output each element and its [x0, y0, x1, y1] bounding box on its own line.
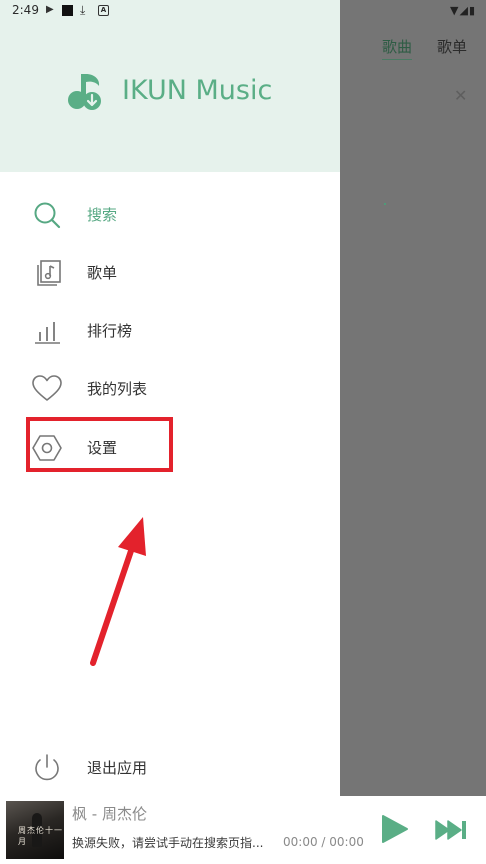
song-time: 00:00 / 00:00	[283, 835, 364, 849]
song-status: 换源失败，请尝试手动在搜索页指...	[72, 836, 264, 850]
song-title: 枫 - 周杰伦	[72, 805, 147, 823]
chart-bars-icon	[35, 322, 60, 344]
sidebar-item-label: 排行榜	[87, 322, 133, 340]
navigation-drawer: IKUN Music 搜索 歌单 排行榜 我的列表 设置 退出应用	[0, 0, 340, 796]
album-cover-text: 周杰伦十一月	[18, 826, 63, 846]
app-title: IKUN Music	[122, 75, 273, 106]
skip-next-icon[interactable]	[434, 818, 468, 842]
signal-icon: ◢	[459, 4, 469, 17]
tab-playlists[interactable]: 歌单	[437, 36, 467, 57]
sidebar-item-search[interactable]: 搜索	[0, 192, 340, 236]
sidebar-item-playlists[interactable]: 歌单	[0, 250, 340, 294]
search-icon	[34, 202, 61, 229]
sidebar-item-label: 搜索	[87, 206, 118, 224]
highlight-box	[26, 417, 173, 472]
download-icon: ⤓	[80, 3, 86, 17]
battery-icon: ▮	[468, 4, 476, 17]
sidebar-item-my-list[interactable]: 我的列表	[0, 366, 340, 410]
close-icon[interactable]: ✕	[454, 86, 467, 105]
album-cover[interactable]: 周杰伦十一月	[6, 801, 64, 859]
sidebar-item-label: 歌单	[87, 264, 118, 282]
playlist-icon	[37, 260, 61, 286]
drawer-header: IKUN Music	[0, 0, 340, 172]
tab-songs[interactable]: 歌曲	[382, 36, 413, 60]
mini-player[interactable]: 周杰伦十一月 枫 - 周杰伦 换源失败，请尝试手动在搜索页指... 00:00 …	[0, 796, 486, 864]
sidebar-item-label: 我的列表	[87, 380, 148, 398]
a-box-icon: A	[98, 5, 109, 16]
status-bar: 2:49 ▶ ⤓ A ▼◢▮	[0, 0, 486, 22]
music-note-download-icon	[68, 74, 101, 110]
play-icon[interactable]	[380, 813, 410, 845]
square-icon	[62, 5, 73, 16]
play-status-icon: ▶	[46, 4, 54, 15]
heart-icon	[32, 375, 62, 401]
sidebar-item-charts[interactable]: 排行榜	[0, 308, 340, 352]
exit-app-label: 退出应用	[87, 759, 148, 777]
status-time: 2:49	[12, 3, 39, 17]
background-dot	[384, 203, 386, 205]
status-right-icons: ▼◢▮	[450, 4, 476, 17]
exit-app-button[interactable]: 退出应用	[0, 745, 340, 789]
power-icon	[35, 754, 59, 781]
